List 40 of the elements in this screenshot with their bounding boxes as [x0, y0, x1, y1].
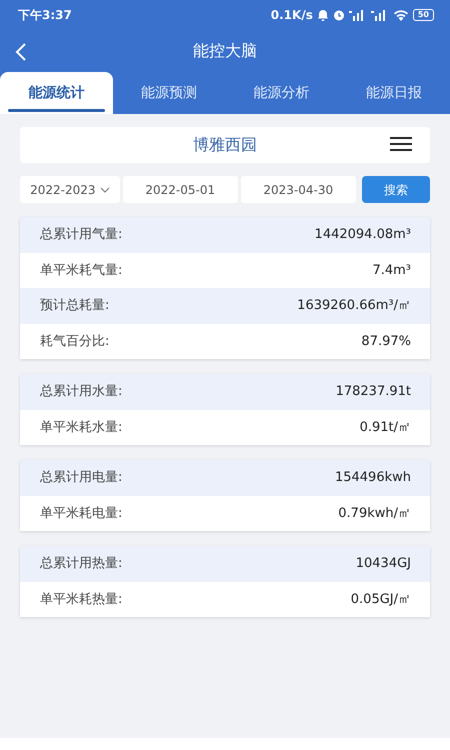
menu-button[interactable] — [390, 137, 412, 151]
stat-label: 总累计用水量: — [40, 383, 122, 401]
stat-value: 178237.91t — [336, 383, 411, 401]
stat-label: 总累计用电量: — [40, 469, 122, 487]
year-select[interactable]: 2022-2023 — [20, 176, 120, 203]
stat-value: 0.79kwh/㎡ — [338, 504, 411, 522]
start-date-field[interactable]: 2022-05-01 — [122, 176, 238, 203]
back-icon — [14, 42, 28, 62]
tab[interactable]: 能源统计 — [0, 72, 112, 114]
status-time: 下午3:37 — [18, 7, 72, 24]
stat-label: 耗气百分比: — [40, 332, 110, 350]
caret-icon — [100, 186, 110, 192]
bell-icon — [316, 9, 329, 21]
tab[interactable]: 能源分析 — [225, 72, 338, 114]
search-button[interactable]: 搜索 — [362, 176, 430, 203]
stat-label: 单平米耗水量: — [40, 418, 122, 436]
stat-value: 1639260.66m³/㎡ — [297, 297, 411, 315]
menu-icon — [390, 137, 412, 151]
page-title: 能控大脑 — [193, 40, 257, 62]
tab[interactable]: 能源日报 — [338, 72, 450, 114]
stat-label: 预计总耗量: — [40, 297, 110, 315]
stat-value: 0.05GJ/㎡ — [350, 590, 411, 608]
stat-value: 87.97% — [361, 332, 411, 350]
tab[interactable]: 能源预测 — [112, 72, 225, 114]
stat-label: 单平米耗电量: — [40, 504, 122, 522]
stat-value: 1442094.08m³ — [314, 226, 411, 244]
stat-label: 单平米耗热量: — [40, 590, 122, 608]
stat-value: 154496kwh — [334, 469, 411, 487]
wifi-icon — [392, 9, 409, 21]
stat-value: 10434GJ — [356, 555, 411, 573]
stat-label: 总累计用热量: — [40, 555, 122, 573]
battery-indicator: 50 — [412, 9, 434, 21]
network-speed: 0.1K/s — [270, 7, 313, 24]
site-name: 博雅西园 — [193, 134, 257, 156]
stat-label: 单平米耗气量: — [40, 262, 122, 280]
alarm-icon — [332, 9, 345, 21]
stat-value: 0.91t/㎡ — [360, 418, 411, 436]
stat-value: 7.4m³ — [372, 262, 411, 280]
end-date-field[interactable]: 2023-04-30 — [240, 176, 356, 203]
stat-label: 总累计用气量: — [40, 226, 122, 244]
